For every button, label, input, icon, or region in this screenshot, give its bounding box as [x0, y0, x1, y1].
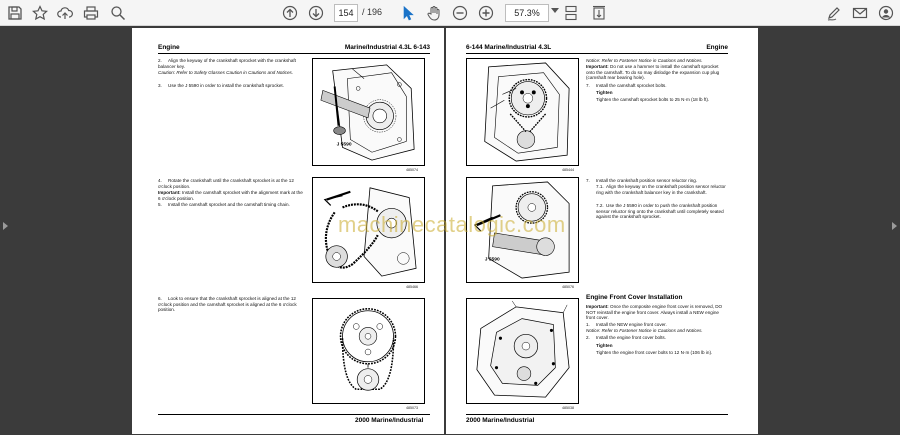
important-note: Important: Once the composite engine fro…: [586, 304, 723, 321]
footer-rule: [466, 414, 728, 415]
header-right-text: Marine/Industrial 4.3L 6-143: [344, 44, 430, 51]
left-panel-toggle-icon[interactable]: [3, 222, 8, 230]
step-6: 6. Look to ensure that the crankshaft spr…: [158, 296, 297, 313]
caution-text: Caution: Refer to Safety Glasses Caution…: [158, 70, 294, 75]
bookmark-star-icon[interactable]: [30, 3, 50, 23]
important-note: Important: Install the camshaft sprocket…: [158, 190, 303, 201]
page-footer: 2000 Marine/Industrial: [466, 417, 535, 424]
page-header: Engine Marine/Industrial 4.3L 6-143: [158, 44, 430, 54]
header-left-text: Engine: [158, 44, 180, 51]
step-5: 5. Install the camshaft sprocket and the …: [158, 202, 290, 207]
sign-pen-icon[interactable]: [824, 3, 844, 23]
figure-code: 485076: [562, 285, 574, 289]
watermark-text: machinecatalogic.com: [338, 212, 566, 237]
tighten-spec: Tighten the engine front cover bolts to …: [596, 350, 713, 355]
tighten-label: Tighten: [596, 343, 613, 348]
tighten-label: Tighten: [596, 90, 613, 95]
zoom-search-icon[interactable]: [108, 3, 128, 23]
figure-tool-label: J 5590: [485, 256, 500, 262]
select-cursor-icon[interactable]: [398, 3, 418, 23]
zoom-level-field[interactable]: 57.3%: [505, 4, 549, 22]
step-2: 2. Install the engine front cover bolts.: [586, 335, 666, 340]
previous-page-icon[interactable]: [280, 3, 300, 23]
figure-sprocket-alignment: [312, 298, 425, 404]
zoom-dropdown-chevron-icon[interactable]: [551, 8, 559, 13]
next-page-icon[interactable]: [306, 3, 326, 23]
step-2: 2. Align the keyway of the crankshaft spr…: [158, 58, 296, 69]
page-footer: 2000 Marine/Industrial: [355, 417, 424, 424]
step-1: 1. Install the NEW engine front cover.: [586, 322, 667, 327]
page-total: 196: [367, 7, 383, 17]
right-panel-toggle-icon[interactable]: [892, 222, 897, 230]
figure-crankshaft-sprocket-install: J 5590: [312, 58, 425, 166]
figure-code: 485466: [406, 285, 418, 289]
step-3: 3. Use the J 5590 in order to install the…: [158, 83, 284, 88]
scroll-mode-icon[interactable]: [589, 3, 609, 23]
figure-code: 485038: [562, 406, 574, 410]
zoom-in-icon[interactable]: [476, 3, 496, 23]
zoom-out-icon[interactable]: [450, 3, 470, 23]
page-separator: /: [362, 7, 365, 17]
page-header: 6-144 Marine/Industrial 4.3L Engine: [466, 44, 728, 54]
pdf-toolbar: 154 / 196 57.3%: [0, 0, 900, 26]
step-4: 4. Rotate the crankshaft until the cranks…: [158, 178, 294, 189]
print-icon[interactable]: [81, 3, 101, 23]
section-title: Engine Front Cover Installation: [586, 294, 683, 301]
tighten-spec: Tighten the camshaft sprocket bolts to 2…: [596, 97, 710, 102]
hand-tool-icon[interactable]: [424, 3, 444, 23]
page-number-input[interactable]: 154: [334, 4, 358, 22]
save-icon[interactable]: [5, 3, 25, 23]
figure-code: 485444: [562, 168, 574, 172]
account-avatar-icon[interactable]: [876, 3, 896, 23]
page-layout-icon[interactable]: [561, 3, 581, 23]
important-note: Important: Do not use a hammer to instal…: [586, 64, 720, 81]
figure-tool-label: J 5590: [337, 141, 352, 147]
step-7-2: 7.2. Use the J 5590 in order to push the …: [596, 203, 724, 220]
footer-rule: [158, 414, 430, 415]
step-7: 7. Install the camshaft sprocket bolts.: [586, 83, 667, 88]
figure-code: 485073: [406, 406, 418, 410]
header-left-text: 6-144 Marine/Industrial 4.3L: [466, 44, 552, 51]
figure-code: 485074: [406, 168, 418, 172]
figure-camshaft-sprocket-bolts: [466, 58, 579, 166]
notice-fastener: Notice: Refer to Fastener Notice in Caut…: [586, 58, 703, 63]
step-7b: 7. Install the crankshaft position sensor…: [586, 178, 698, 183]
header-right-text: Engine: [706, 44, 728, 51]
step-7-1: 7.1. Align the keyway on the crankshaft p…: [596, 184, 726, 195]
notice-fastener: Notice: Refer to Fastener Notice in Caut…: [586, 328, 703, 333]
upload-cloud-icon[interactable]: [55, 3, 75, 23]
email-icon[interactable]: [850, 3, 870, 23]
figure-front-cover-install: [466, 298, 579, 404]
